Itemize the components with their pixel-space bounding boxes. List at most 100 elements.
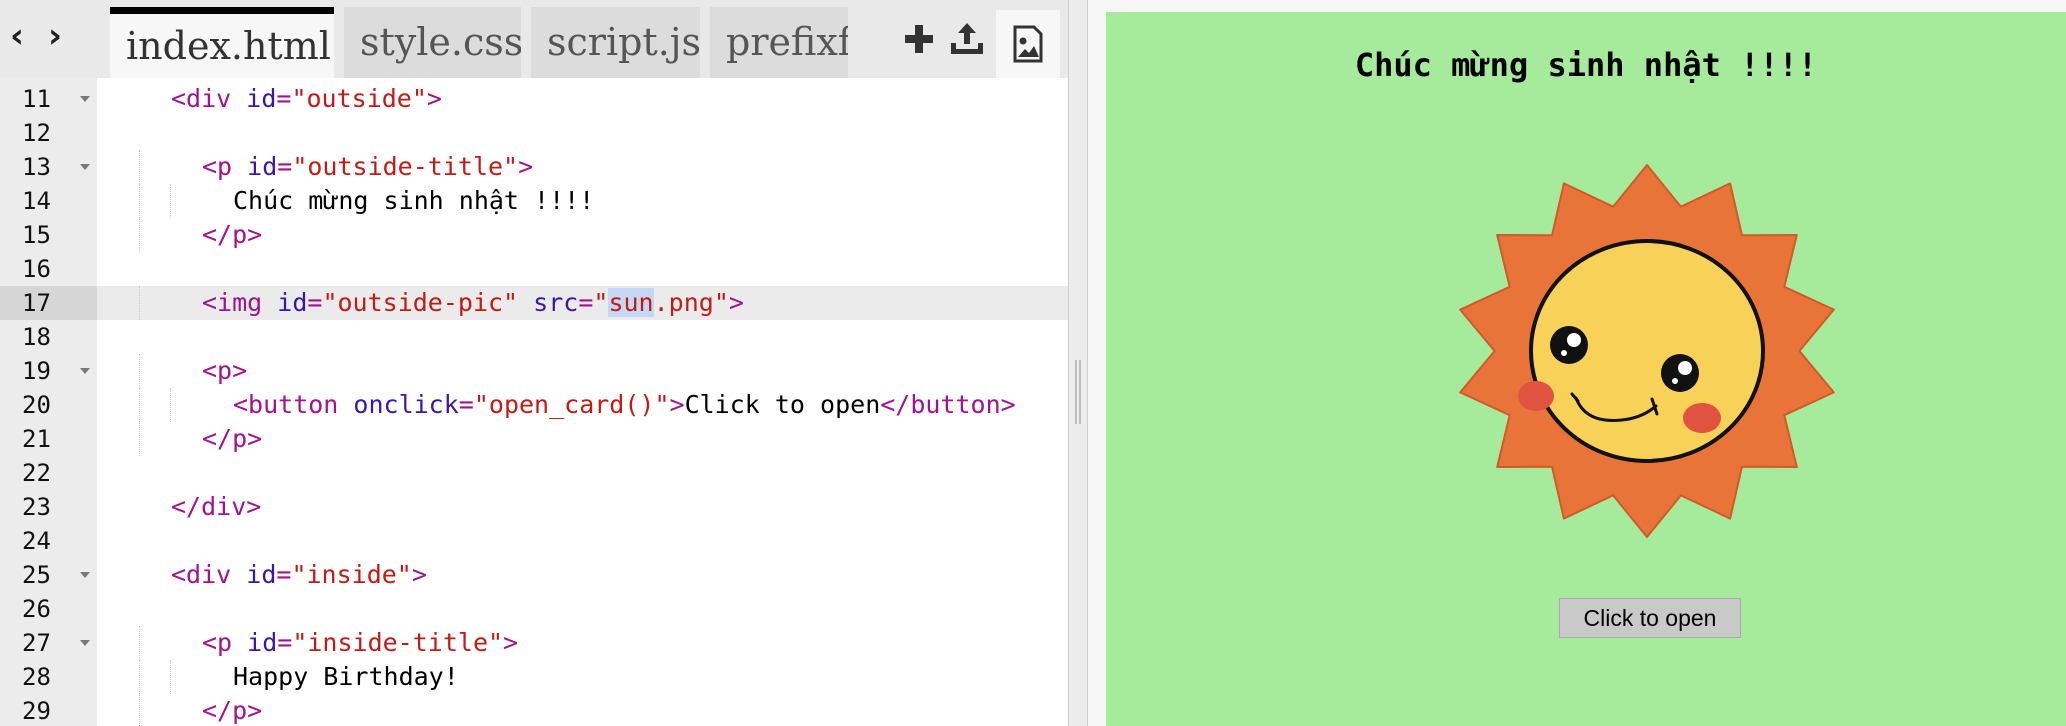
- indent-guide: [139, 388, 140, 422]
- splitter-grip[interactable]: [1075, 360, 1081, 424]
- editor-tab-bar: ‹ › index.html style.css script.js prefi…: [0, 0, 1068, 78]
- code-line[interactable]: 12: [0, 116, 1068, 150]
- tab-script-js[interactable]: script.js: [531, 7, 700, 78]
- fold-arrow-icon[interactable]: [80, 96, 90, 102]
- code-line[interactable]: 27 <p id="inside-title">: [0, 626, 1068, 660]
- indent-guide: [170, 388, 171, 422]
- code-line[interactable]: 25 <div id="inside">: [0, 558, 1068, 592]
- code-token: =: [277, 628, 293, 657]
- code-token: =: [578, 288, 594, 317]
- tab-style-css[interactable]: style.css: [344, 7, 521, 78]
- code-token: Happy Birthday!: [233, 662, 459, 691]
- fold-arrow-icon[interactable]: [80, 640, 90, 646]
- fold-arrow-icon[interactable]: [80, 572, 90, 578]
- code-token: onclick: [353, 390, 459, 419]
- code-line[interactable]: 14 Chúc mừng sinh nhật !!!!: [0, 184, 1068, 218]
- line-number: 14: [22, 187, 51, 215]
- code-line[interactable]: 29 </p>: [0, 694, 1068, 726]
- code-text: </p>: [202, 422, 262, 456]
- code-token: <div: [171, 560, 247, 589]
- code-line[interactable]: 24: [0, 524, 1068, 558]
- line-number: 20: [22, 391, 51, 419]
- fold-arrow-icon[interactable]: [80, 164, 90, 170]
- chevron-right-icon[interactable]: ›: [40, 14, 70, 58]
- code-token: "inside": [291, 560, 412, 589]
- code-token: >: [518, 152, 534, 181]
- preview-pane: Chúc mừng sinh nhật !!!! Click to open: [1106, 12, 2066, 726]
- code-line[interactable]: 18: [0, 320, 1068, 354]
- code-token: >: [411, 560, 427, 589]
- right-eye: [1661, 354, 1699, 392]
- code-token: =: [276, 84, 292, 113]
- code-token: </p>: [202, 424, 263, 453]
- code-token: </div>: [171, 492, 262, 521]
- code-text: <button onclick="open_card()">Click to o…: [233, 388, 1016, 422]
- line-number: 24: [22, 527, 51, 555]
- code-token: Chúc mừng sinh nhật !!!!: [233, 186, 595, 215]
- fold-arrow-icon[interactable]: [80, 368, 90, 374]
- code-line[interactable]: 28 Happy Birthday!: [0, 660, 1068, 694]
- code-token: <div: [171, 84, 247, 113]
- upload-icon: [951, 23, 983, 54]
- indent-guide: [139, 354, 140, 388]
- code-token: "outside": [291, 84, 427, 113]
- code-line[interactable]: 17 <img id="outside-pic" src="sun.png">: [0, 286, 1068, 320]
- line-number: 12: [22, 119, 51, 147]
- indent-guide: [139, 694, 140, 726]
- tab-index-html[interactable]: index.html: [110, 7, 334, 78]
- code-line[interactable]: 22: [0, 456, 1068, 490]
- sun-image: [1459, 164, 1835, 538]
- add-file-button[interactable]: [894, 14, 944, 64]
- code-line[interactable]: 15 </p>: [0, 218, 1068, 252]
- code-editor-pane: ‹ › index.html style.css script.js prefi…: [0, 0, 1068, 726]
- code-token: ": [593, 288, 609, 317]
- indent-guide: [139, 660, 140, 694]
- indent-guide: [139, 184, 140, 218]
- code-line[interactable]: 21 </p>: [0, 422, 1068, 456]
- code-text: Happy Birthday!: [233, 660, 459, 694]
- line-number: 26: [22, 595, 51, 623]
- code-token: src: [533, 288, 579, 317]
- code-text: Chúc mừng sinh nhật !!!!: [233, 184, 594, 218]
- code-text: <div id="outside">: [171, 82, 442, 116]
- code-token: .png": [653, 288, 729, 317]
- code-token: </p>: [202, 696, 263, 725]
- code-token: "inside-title": [292, 628, 504, 657]
- code-token: "outside-pic": [322, 288, 519, 317]
- code-line[interactable]: 11 <div id="outside">: [0, 82, 1068, 116]
- code-line[interactable]: 20 <button onclick="open_card()">Click to…: [0, 388, 1068, 422]
- code-token: id: [247, 152, 278, 181]
- tab-prefixfree[interactable]: prefixfree: [710, 7, 848, 78]
- code-token: =: [307, 288, 323, 317]
- code-line[interactable]: 19 <p>: [0, 354, 1068, 388]
- code-token: =: [276, 560, 292, 589]
- code-token: </p>: [202, 220, 263, 249]
- code-line[interactable]: 16: [0, 252, 1068, 286]
- line-number: 28: [22, 663, 51, 691]
- line-number: 22: [22, 459, 51, 487]
- code-line[interactable]: 26: [0, 592, 1068, 626]
- indent-guide: [139, 626, 140, 660]
- indent-guide: [170, 660, 171, 694]
- insert-image-button[interactable]: [996, 10, 1060, 78]
- code-text: <p id="inside-title">: [202, 626, 518, 660]
- code-token: <p: [202, 628, 248, 657]
- pane-splitter[interactable]: [1068, 0, 1088, 726]
- code-token: id: [277, 288, 308, 317]
- code-area[interactable]: 11 <div id="outside"> 12 13 <p id="outside-t…: [0, 78, 1068, 726]
- click-to-open-button[interactable]: Click to open: [1559, 598, 1741, 638]
- code-token: <p: [202, 152, 248, 181]
- plus-icon: [905, 25, 933, 53]
- chevron-left-icon[interactable]: ‹: [2, 14, 32, 58]
- code-token: <p>: [202, 356, 248, 385]
- code-token: Click to open: [684, 390, 881, 419]
- preview-title: Chúc mừng sinh nhật !!!!: [1354, 46, 1818, 84]
- code-token: =: [277, 152, 293, 181]
- code-line[interactable]: 13 <p id="outside-title">: [0, 150, 1068, 184]
- code-text: <div id="inside">: [171, 558, 427, 592]
- indent-guide: [139, 218, 140, 252]
- code-line[interactable]: 23 </div>: [0, 490, 1068, 524]
- code-token: id: [246, 560, 277, 589]
- code-text: <img id="outside-pic" src="sun.png">: [202, 286, 744, 320]
- upload-button[interactable]: [942, 14, 992, 64]
